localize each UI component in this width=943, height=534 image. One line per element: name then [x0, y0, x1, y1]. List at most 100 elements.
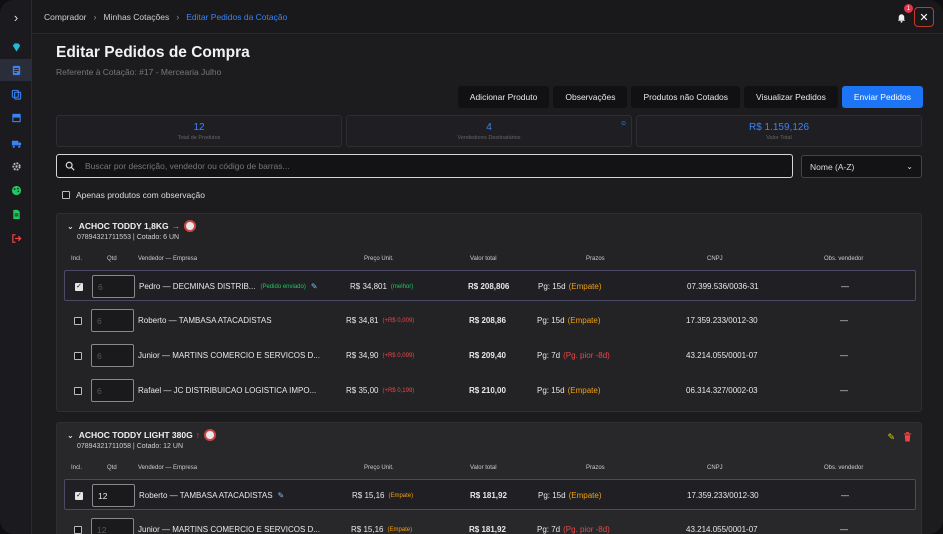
col-price: Preço Unit.: [364, 256, 394, 262]
vendor-obs: —: [840, 316, 848, 325]
quantity-input[interactable]: 12: [92, 484, 135, 507]
sort-select[interactable]: Nome (A-Z) ⌄: [801, 155, 922, 178]
include-checkbox[interactable]: [74, 351, 82, 360]
sort-selected-value: Nome (A-Z): [810, 161, 855, 172]
not-quoted-products-button[interactable]: Produtos não Cotados: [631, 86, 741, 108]
sidebar-item-logout[interactable]: [0, 227, 32, 249]
vendor-name: Roberto — TAMBASA ATACADISTAS: [139, 491, 273, 500]
quantity-input[interactable]: 12: [91, 518, 134, 534]
table-row[interactable]: 6 Rafael — JC DISTRIBUICAO LOGISTICA IMP…: [64, 375, 916, 406]
table-header: Incl. Qtd Vendedor — Empresa Preço Unit.…: [57, 465, 923, 477]
view-orders-button[interactable]: Visualizar Pedidos: [744, 86, 838, 108]
obs-filter[interactable]: Apenas produtos com observação: [62, 190, 205, 200]
sidebar-item-suppliers[interactable]: [0, 106, 32, 128]
breadcrumb-minhas-cotacoes[interactable]: Minhas Cotações: [104, 12, 170, 22]
payment-term: Pg: 7d: [537, 525, 561, 534]
product-name: ACHOC TODDY 1,8KG: [78, 221, 169, 231]
breadcrumb-comprador[interactable]: Comprador: [44, 12, 87, 22]
col-obs: Obs. vendedor: [824, 256, 864, 262]
quantity-input[interactable]: 6: [92, 275, 135, 298]
col-qtd: Qtd: [107, 256, 117, 262]
search-input[interactable]: [85, 161, 792, 171]
obs-filter-checkbox[interactable]: [62, 191, 70, 199]
quantity-input[interactable]: 6: [91, 379, 134, 402]
vendor-name: Roberto — TAMBASA ATACADISTAS: [138, 316, 272, 325]
sidebar-item-orders[interactable]: [0, 59, 32, 81]
price-diff: (Empate): [388, 492, 414, 499]
quantity-input[interactable]: 6: [91, 344, 134, 367]
notification-badge: 1: [904, 4, 913, 13]
stat-total-value: R$ 1.159,126 Valor Total: [636, 115, 922, 147]
close-button[interactable]: ✕: [914, 7, 934, 27]
total-value: R$ 208,806: [468, 282, 510, 291]
quantity-input[interactable]: 6: [91, 309, 134, 332]
trend-flat-icon: →: [171, 221, 181, 231]
vendor-name: Pedro — DECMINAS DISTRIB...: [139, 282, 256, 291]
add-product-button[interactable]: Adicionar Produto: [457, 86, 550, 108]
chevron-down-icon: ⌄: [906, 162, 913, 171]
col-prazos: Prazos: [586, 256, 605, 262]
include-checkbox[interactable]: [75, 282, 83, 291]
order-sent-tag: (Pedido enviado): [260, 283, 306, 290]
chevron-down-icon: ⌄: [67, 430, 74, 440]
pencil-icon[interactable]: ✎: [887, 432, 895, 443]
col-obs: Obs. vendedor: [824, 465, 864, 471]
product-subinfo: 07894321711058 | Cotado: 12 UN: [77, 443, 183, 450]
sidebar-item-dashboard[interactable]: [0, 36, 32, 58]
sidebar-item-delivery[interactable]: [0, 132, 32, 154]
col-cnpj: CNPJ: [707, 256, 723, 262]
logout-icon: [11, 233, 21, 243]
pencil-icon[interactable]: ✎: [311, 282, 318, 291]
include-checkbox[interactable]: [74, 386, 82, 395]
trash-icon[interactable]: [903, 432, 912, 442]
sidebar-item-reports[interactable]: [0, 203, 32, 225]
pencil-icon[interactable]: ✎: [278, 491, 285, 500]
include-checkbox[interactable]: [74, 316, 82, 325]
brand-logo: [203, 429, 216, 441]
palette-icon: [11, 185, 21, 195]
sidebar-item-quotes[interactable]: [0, 83, 32, 105]
vendor-obs: —: [841, 491, 849, 500]
price-diff: (+R$ 0,099): [382, 352, 415, 359]
file-icon: [12, 209, 20, 219]
table-row[interactable]: 6 Pedro — DECMINAS DISTRIB... (Pedido en…: [64, 270, 916, 301]
sidebar-item-theme[interactable]: [0, 179, 32, 201]
bell-icon: [897, 13, 905, 23]
include-checkbox[interactable]: [74, 525, 82, 534]
sidebar-item-settings[interactable]: [0, 155, 32, 177]
col-incl: Incl.: [71, 465, 83, 471]
notifications-button[interactable]: 1: [891, 4, 913, 27]
col-cnpj: CNPJ: [707, 465, 723, 471]
stat-total-products: 12 Total de Produtos: [56, 115, 342, 147]
observations-button[interactable]: Observações: [553, 86, 628, 108]
main-content: Editar Pedidos de Compra Referente à Cot…: [32, 35, 943, 534]
info-icon[interactable]: ⊙: [621, 120, 626, 127]
page-subtitle: Referente à Cotação: #17 - Mercearia Jul…: [56, 67, 222, 77]
total-value: R$ 210,00: [469, 386, 506, 395]
diamond-icon: [12, 42, 20, 52]
send-orders-button[interactable]: Enviar Pedidos: [841, 86, 923, 108]
unit-price: R$ 15,16: [352, 491, 385, 500]
table-row[interactable]: 12 Roberto — TAMBASA ATACADISTAS ✎ R$ 15…: [64, 479, 916, 510]
product-group: ⌄ ACHOC TODDY 1,8KG → 07894321711553 | C…: [56, 213, 922, 412]
product-group: ⌄ ACHOC TODDY LIGHT 380G ↑ 0789432171105…: [56, 422, 922, 534]
col-total: Valor total: [470, 256, 497, 262]
include-checkbox[interactable]: [75, 491, 83, 500]
product-group-header[interactable]: ⌄ ACHOC TODDY 1,8KG →: [67, 220, 197, 232]
trend-up-icon: ↑: [195, 430, 200, 440]
table-row[interactable]: 12 Junior — MARTINS COMERCIO E SERVICOS …: [64, 514, 916, 534]
price-diff: (+R$ 0,199): [382, 387, 415, 394]
sidebar-toggle[interactable]: ›: [0, 0, 32, 34]
breadcrumb-current: Editar Pedidos da Cotação: [186, 11, 288, 22]
product-group-header[interactable]: ⌄ ACHOC TODDY LIGHT 380G ↑: [67, 429, 216, 441]
stat-label: Valor Total: [766, 135, 792, 141]
payment-term-tag: (Empate): [567, 316, 601, 325]
search-box: [56, 154, 793, 178]
stat-value: R$ 1.159,126: [748, 122, 810, 133]
table-row[interactable]: 6 Roberto — TAMBASA ATACADISTAS R$ 34,81…: [64, 305, 916, 336]
col-vendor: Vendedor — Empresa: [138, 256, 198, 262]
table-row[interactable]: 6 Junior — MARTINS COMERCIO E SERVICOS D…: [64, 340, 916, 371]
app-window: › Comprador › Minhas Cotações › Editar P…: [0, 0, 943, 534]
unit-price: R$ 15,16: [351, 525, 384, 534]
col-qtd: Qtd: [107, 465, 117, 471]
